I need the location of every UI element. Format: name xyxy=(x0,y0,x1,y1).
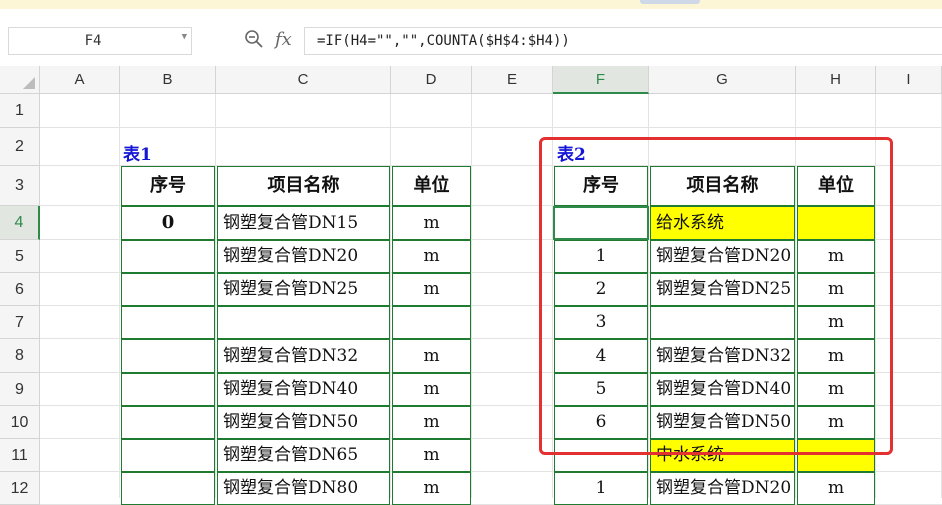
column-header-F[interactable]: F xyxy=(553,66,649,94)
column-header-C[interactable]: C xyxy=(216,66,391,94)
table1-row-7-name[interactable]: 钢塑复合管DN50 xyxy=(217,406,390,439)
chevron-down-icon[interactable]: ▼ xyxy=(182,32,187,42)
table1-row-9-unit[interactable]: m xyxy=(392,472,471,505)
table1-row-1-unit[interactable]: m xyxy=(392,206,471,240)
table1-row-2-name[interactable]: 钢塑复合管DN20 xyxy=(217,240,390,273)
table1-row-4-unit[interactable] xyxy=(392,306,471,339)
table1-row-8-name[interactable]: 钢塑复合管DN65 xyxy=(217,439,390,472)
formula-input[interactable]: =IF(H4="","",COUNTA($H$4:$H4)) xyxy=(304,27,942,55)
column-header-G[interactable]: G xyxy=(649,66,796,94)
gridline xyxy=(40,127,942,128)
table1-header-2: 单位 xyxy=(392,166,471,206)
table1-row-5-name[interactable]: 钢塑复合管DN32 xyxy=(217,339,390,373)
row-header-5[interactable]: 5 xyxy=(0,240,40,273)
row-header-2[interactable]: 2 xyxy=(0,128,40,166)
table1-row-5-seq[interactable] xyxy=(121,339,215,373)
table1-row-2-unit[interactable]: m xyxy=(392,240,471,273)
table1-row-4-seq[interactable] xyxy=(121,306,215,339)
column-header-E[interactable]: E xyxy=(472,66,553,94)
row-header-8[interactable]: 8 xyxy=(0,339,40,373)
table1-row-6-seq[interactable] xyxy=(121,373,215,406)
ribbon-edge xyxy=(0,0,942,9)
name-box-value: F4 xyxy=(84,33,102,49)
table1-row-3-unit[interactable]: m xyxy=(392,273,471,306)
table1-row-7-seq[interactable] xyxy=(121,406,215,439)
select-all-corner[interactable] xyxy=(0,66,40,94)
table1-row-4-name[interactable] xyxy=(217,306,390,339)
table1-row-7-unit[interactable]: m xyxy=(392,406,471,439)
table1-row-1-seq[interactable]: 0 xyxy=(121,206,215,240)
fx-icon[interactable]: fx xyxy=(275,29,292,50)
row-header-12[interactable]: 12 xyxy=(0,472,40,505)
table1-header-1: 项目名称 xyxy=(217,166,390,206)
column-header-A[interactable]: A xyxy=(40,66,120,94)
table1-row-6-name[interactable]: 钢塑复合管DN40 xyxy=(217,373,390,406)
row-header-6[interactable]: 6 xyxy=(0,273,40,306)
row-header-9[interactable]: 9 xyxy=(0,373,40,406)
name-box[interactable]: F4 ▼ xyxy=(8,27,192,55)
table1-row-9-seq[interactable] xyxy=(121,472,215,505)
column-header-B[interactable]: B xyxy=(120,66,216,94)
table1-row-8-unit[interactable]: m xyxy=(392,439,471,472)
table1-row-6-unit[interactable]: m xyxy=(392,373,471,406)
table1-header-0: 序号 xyxy=(121,166,215,206)
table1-row-9-name[interactable]: 钢塑复合管DN80 xyxy=(217,472,390,505)
table1-row-3-name[interactable]: 钢塑复合管DN25 xyxy=(217,273,390,306)
column-header-H[interactable]: H xyxy=(796,66,876,94)
table1-title: 表1 xyxy=(123,145,152,165)
sheet-grid[interactable]: 表1 表2 序号 项目名称 单位 0 钢塑复合管DN15 m 钢塑复合管DN20 m 钢塑复合管DN… xyxy=(40,94,942,505)
table2-row-9-name[interactable]: 钢塑复合管DN20 xyxy=(650,472,795,505)
table1-row-1-name[interactable]: 钢塑复合管DN15 xyxy=(217,206,390,240)
row-header-3[interactable]: 3 xyxy=(0,166,40,206)
column-header-I[interactable]: I xyxy=(876,66,942,94)
row-header-1[interactable]: 1 xyxy=(0,94,40,128)
row-header-7[interactable]: 7 xyxy=(0,306,40,339)
table2-row-9-seq[interactable]: 1 xyxy=(554,472,648,505)
table2-row-9-unit[interactable]: m xyxy=(797,472,875,505)
row-header-4[interactable]: 4 xyxy=(0,206,40,240)
table1-row-8-seq[interactable] xyxy=(121,439,215,472)
ribbon-tab-indicator xyxy=(640,0,700,4)
column-header-D[interactable]: D xyxy=(391,66,472,94)
table1-row-2-seq[interactable] xyxy=(121,240,215,273)
table1-row-3-seq[interactable] xyxy=(121,273,215,306)
table1-row-5-unit[interactable]: m xyxy=(392,339,471,373)
row-header-11[interactable]: 11 xyxy=(0,439,40,472)
row-header-10[interactable]: 10 xyxy=(0,406,40,439)
zoom-icon[interactable] xyxy=(244,29,264,54)
annotation-highlight-box xyxy=(539,137,893,455)
